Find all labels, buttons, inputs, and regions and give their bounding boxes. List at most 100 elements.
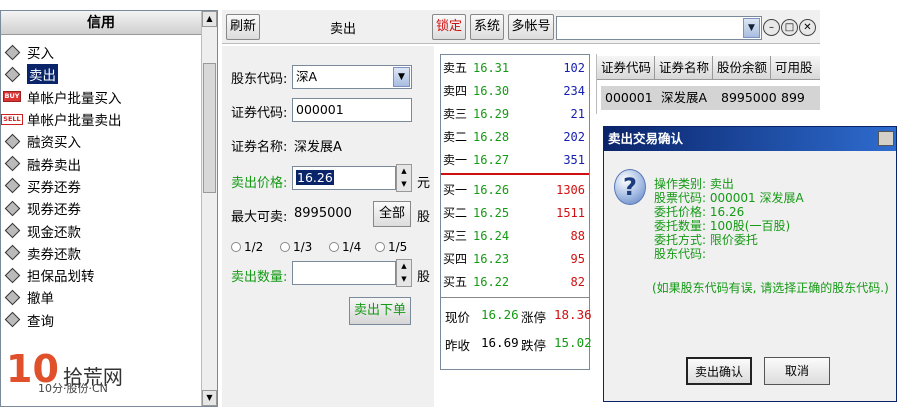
bid-row[interactable]: 买二 16.25 1511 — [443, 202, 587, 224]
ask-row[interactable]: 卖五 16.31 102 — [443, 57, 587, 79]
multi-account-button[interactable]: 多帐号 — [508, 14, 554, 40]
ratio-half-radio[interactable]: 1/2 — [231, 240, 263, 254]
column-header[interactable]: 证券代码 — [597, 56, 655, 80]
ask-price: 16.27 — [473, 153, 510, 167]
quote-divider — [441, 173, 589, 175]
limit-down-label: 跌停 — [521, 338, 547, 353]
menu-item[interactable]: 担保品划转 — [3, 264, 122, 286]
menu-item[interactable]: 现金还款 — [3, 219, 122, 241]
column-header[interactable]: 股份余额 — [713, 56, 771, 80]
max-sell-value: 8995000 — [294, 206, 352, 221]
menu-item[interactable]: 买券还券 — [3, 175, 122, 197]
menu-item[interactable]: 卖出 — [3, 63, 122, 85]
menu-item[interactable]: 买入 — [3, 41, 122, 63]
price-input[interactable]: 16.26 — [292, 166, 396, 190]
holdings-table: 证券代码 证券名称 股份余额 可用股 000001 深发展A 8995000 8… — [596, 54, 820, 114]
ask-row[interactable]: 卖一 16.27 351 — [443, 149, 587, 171]
menu-item-label: 卖出 — [27, 64, 58, 85]
bid-label: 买一 — [443, 183, 468, 197]
refresh-button[interactable]: 刷新 — [226, 14, 260, 40]
menu-item[interactable]: 融资买入 — [3, 130, 122, 152]
table-cell[interactable]: 899 — [777, 86, 820, 110]
menu-item[interactable]: 查询 — [3, 309, 122, 331]
bid-row[interactable]: 买三 16.24 88 — [443, 225, 587, 247]
menu-item-label: 现金还款 — [27, 224, 81, 241]
minimize-icon[interactable]: – — [763, 19, 780, 36]
dialog-line: 股东代码: — [654, 247, 707, 261]
account-combo[interactable]: ▼ — [556, 16, 762, 40]
menu-scrollbar[interactable]: ▲ ▼ — [201, 11, 217, 406]
diamond-icon — [3, 222, 21, 239]
column-header[interactable]: 证券名称 — [655, 56, 713, 80]
bid-row[interactable]: 买一 16.26 1306 — [443, 179, 587, 201]
scroll-thumb[interactable] — [203, 63, 216, 193]
menu-item-label: 单帐户批量卖出 — [27, 113, 122, 130]
menu-item[interactable]: 现券还券 — [3, 197, 122, 219]
diamond-icon — [3, 245, 21, 261]
holder-code-select[interactable]: 深A ▼ — [292, 65, 412, 89]
menu-header: 信用 — [1, 11, 201, 35]
dialog-close-icon[interactable] — [878, 131, 894, 146]
ask-price: 16.30 — [473, 84, 510, 98]
diamond-icon — [3, 200, 21, 216]
prev-close-label: 昨收 — [445, 338, 471, 353]
menu-item[interactable]: 撤单 — [3, 286, 122, 308]
bid-row[interactable]: 买五 16.22 82 — [443, 271, 587, 293]
diamond-icon — [3, 267, 21, 283]
ask-vol: 102 — [563, 61, 585, 75]
ask-vol: 234 — [563, 84, 585, 98]
ask-price: 16.28 — [473, 130, 510, 144]
close-icon[interactable]: ✕ — [799, 19, 816, 36]
ratio-fifth-radio[interactable]: 1/5 — [375, 240, 407, 254]
menu-item-label: 买券还券 — [27, 179, 81, 196]
price-stepper[interactable]: ▲ ▼ — [396, 164, 412, 192]
ask-price: 16.31 — [473, 61, 510, 75]
menu-item[interactable]: 卖券还款 — [3, 242, 122, 264]
table-cell[interactable]: 000001 — [601, 86, 657, 110]
table-cell[interactable]: 8995000 — [717, 86, 777, 110]
diamond-icon — [3, 66, 21, 83]
menu-item[interactable]: 融券卖出 — [3, 152, 122, 174]
limit-down-value: 15.02 — [554, 335, 592, 350]
system-button[interactable]: 系统 — [470, 14, 504, 40]
quote-divider-2 — [441, 297, 589, 298]
max-sell-label: 最大可卖: — [231, 210, 288, 225]
stock-code-input[interactable]: 000001 — [292, 98, 412, 122]
confirm-sell-button[interactable]: 卖出确认 — [686, 357, 752, 385]
restore-icon[interactable]: □ — [781, 19, 798, 36]
scroll-down-arrow-icon[interactable]: ▼ — [202, 390, 217, 406]
bid-price: 16.23 — [473, 252, 510, 266]
ratio-quarter-radio[interactable]: 1/4 — [329, 240, 361, 254]
ask-row[interactable]: 卖三 16.29 21 — [443, 103, 587, 125]
price-value: 16.26 — [296, 170, 334, 185]
chevron-down-icon[interactable]: ▼ — [393, 67, 410, 87]
quote-panel: 卖五 16.31 102 卖四 16.30 234 卖三 16.29 21 卖二 16.28 202 卖… — [440, 54, 592, 370]
diamond-icon — [3, 311, 21, 328]
quantity-unit: 股 — [417, 270, 431, 285]
bid-label: 买四 — [443, 252, 468, 266]
menu-item-label: 融券卖出 — [27, 157, 81, 174]
diamond-icon — [3, 155, 21, 172]
bid-price: 16.24 — [473, 229, 510, 243]
sell-submit-button[interactable]: 卖出下单 — [349, 297, 411, 325]
column-header[interactable]: 可用股 — [771, 56, 820, 80]
chevron-down-icon[interactable]: ▼ — [743, 18, 760, 38]
menu-item-label: 卖券还款 — [27, 246, 81, 263]
limit-up-label: 涨停 — [521, 310, 547, 325]
scroll-up-arrow-icon[interactable]: ▲ — [202, 11, 217, 27]
ask-row[interactable]: 卖四 16.30 234 — [443, 80, 587, 102]
menu-item[interactable]: SELL 单帐户批量卖出 — [1, 108, 122, 130]
ratio-third-radio[interactable]: 1/3 — [280, 240, 312, 254]
all-button[interactable]: 全部 — [373, 201, 411, 227]
quantity-input[interactable] — [292, 261, 396, 285]
cancel-button[interactable]: 取消 — [764, 357, 830, 385]
diamond-icon — [3, 133, 21, 150]
bid-row[interactable]: 买四 16.23 95 — [443, 248, 587, 270]
table-cell[interactable]: 深发展A — [657, 86, 717, 110]
quantity-stepper[interactable]: ▲ ▼ — [396, 259, 412, 287]
stock-name-label: 证券名称: — [231, 140, 288, 155]
menu-item[interactable]: BUY 单帐户批量买入 — [2, 86, 122, 108]
bid-label: 买三 — [443, 229, 468, 243]
ask-row[interactable]: 卖二 16.28 202 — [443, 126, 587, 148]
lock-button[interactable]: 锁定 — [432, 14, 466, 40]
